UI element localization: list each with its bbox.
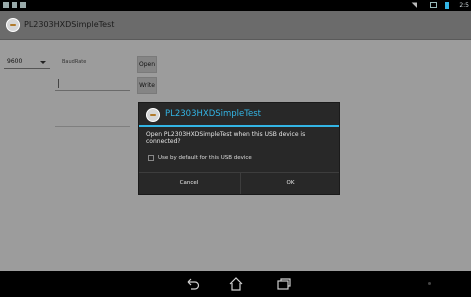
navigation-bar bbox=[0, 271, 471, 297]
dialog-app-icon bbox=[146, 108, 160, 122]
usb-permission-dialog: PL2303HXDSimpleTest Open PL2303HXDSimple… bbox=[138, 102, 340, 195]
menu-icon[interactable] bbox=[428, 282, 431, 285]
home-icon[interactable] bbox=[228, 276, 244, 292]
dropdown-arrow-icon bbox=[40, 61, 46, 64]
battery-icon bbox=[445, 2, 449, 9]
baud-rate-spinner[interactable]: 9600 bbox=[4, 56, 50, 69]
recent-apps-icon[interactable] bbox=[276, 276, 292, 292]
gallery-notification-icon bbox=[20, 2, 26, 8]
use-by-default-label[interactable]: Use by default for this USB device bbox=[158, 153, 252, 163]
wifi-icon: ◥ bbox=[411, 1, 417, 9]
text-cursor bbox=[58, 79, 59, 88]
dialog-message: Open PL2303HXDSimpleTest when this USB d… bbox=[146, 131, 306, 145]
ok-button[interactable]: OK bbox=[240, 173, 340, 194]
status-bar: ◥ 2:5 bbox=[0, 0, 471, 11]
cancel-button[interactable]: Cancel bbox=[139, 173, 239, 194]
write-button[interactable]: Write bbox=[137, 77, 157, 94]
open-button[interactable]: Open bbox=[137, 56, 157, 73]
usb-icon bbox=[430, 2, 437, 8]
dialog-button-bar: Cancel OK bbox=[139, 172, 339, 194]
dialog-header: PL2303HXDSimpleTest bbox=[139, 103, 339, 127]
baud-rate-label: BaudRate bbox=[62, 59, 87, 65]
email-notification-icon bbox=[12, 2, 17, 8]
app-title: PL2303HXDSimpleTest bbox=[24, 20, 115, 29]
use-by-default-checkbox[interactable] bbox=[148, 155, 154, 161]
write-input[interactable] bbox=[55, 77, 130, 91]
screenshot-notification-icon bbox=[3, 2, 9, 8]
read-field-underline bbox=[55, 126, 130, 127]
app-logo-icon bbox=[6, 18, 20, 32]
back-icon[interactable] bbox=[185, 276, 201, 292]
dialog-title: PL2303HXDSimpleTest bbox=[165, 109, 262, 119]
action-bar: PL2303HXDSimpleTest bbox=[0, 11, 471, 40]
baud-rate-value: 9600 bbox=[7, 58, 23, 65]
status-time: 2:5 bbox=[459, 2, 469, 9]
